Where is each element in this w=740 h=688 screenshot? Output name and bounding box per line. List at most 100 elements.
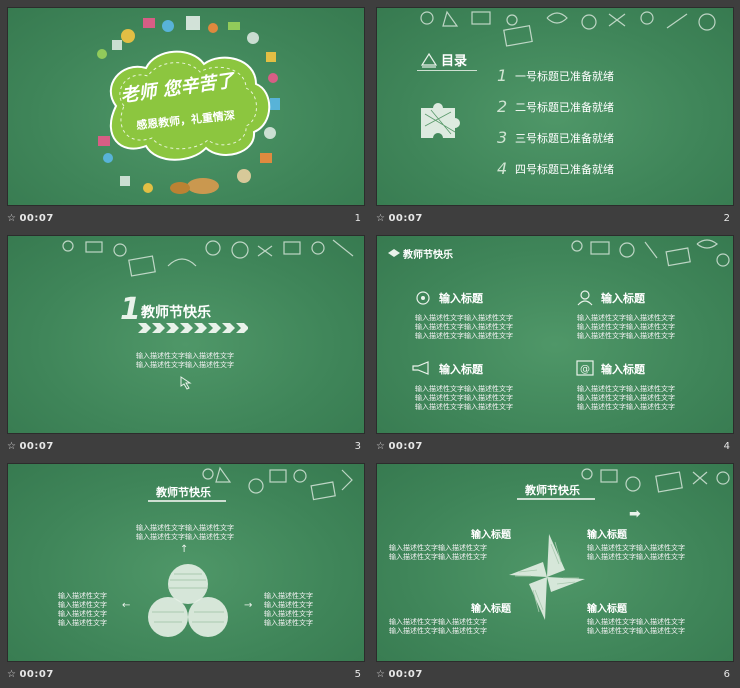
slide-4-block-4-title: 输入标题 — [601, 363, 645, 376]
slide-4-meta: ☆ 00:07 4 — [376, 441, 734, 457]
slide-4-block-3-line-3: 输入描述性文字输入描述性文字 — [415, 403, 513, 411]
slide-5-number: 5 — [354, 669, 361, 680]
slide-6-quad-4-line-2: 输入描述性文字输入描述性文字 — [587, 627, 685, 635]
slide-4-block-3-line-2: 输入描述性文字输入描述性文字 — [415, 394, 513, 402]
puzzle-piece-icon — [421, 103, 461, 138]
slide-3-meta: ☆ 00:07 3 — [7, 441, 365, 457]
toc-title: 目录 — [441, 54, 468, 69]
at-sign-icon: @ — [576, 360, 594, 376]
slide-6-quad-2-line-2: 输入描述性文字输入描述性文字 — [587, 553, 685, 561]
slide-4-block-1-title: 输入标题 — [439, 292, 483, 305]
slide-thumbnail-5[interactable]: 教师节快乐 输入描述性文字输入描述性文字 输入描述性文字输入描述性文字 ↑ ← … — [7, 463, 365, 688]
slide-6-quad-3-line-2: 输入描述性文字输入描述性文字 — [389, 627, 487, 635]
slide-1-canvas[interactable]: 老师 您辛苦了 感恩教师，礼重情深 — [7, 7, 365, 206]
slide-6-time: 00:07 — [388, 669, 423, 680]
slide-5-left-line-1: 输入描述性文字 — [58, 592, 107, 600]
slide-thumbnail-1[interactable]: 老师 您辛苦了 感恩教师，礼重情深 ☆ 00:07 1 — [7, 7, 365, 232]
transition-star-icon: ☆ — [7, 213, 17, 224]
slide-5-top-line-2: 输入描述性文字输入描述性文字 — [136, 533, 234, 541]
slide-4-block-1-line-3: 输入描述性文字输入描述性文字 — [415, 332, 513, 340]
slide-6-quad-4-title: 输入标题 — [587, 604, 627, 615]
slide-6-quad-1-title: 输入标题 — [471, 530, 511, 541]
slide-6-quad-3-line-1: 输入描述性文字输入描述性文字 — [389, 618, 487, 626]
slide-5-title: 教师节快乐 — [156, 486, 211, 499]
megaphone-icon — [412, 361, 429, 375]
transition-star-icon: ☆ — [376, 669, 386, 680]
slide-4-block-3-title: 输入标题 — [439, 363, 483, 376]
slide-4-block-4-line-2: 输入描述性文字输入描述性文字 — [577, 394, 675, 402]
toc-item-3-number: 3 — [497, 128, 508, 147]
hat-icon — [388, 249, 400, 257]
toc-item-4-label[interactable]: 四号标题已准备就绪 — [515, 161, 614, 177]
chalk-doodles-border — [571, 239, 730, 267]
slide-5-title-underline — [148, 500, 226, 502]
arrow-right-icon: → — [244, 600, 253, 611]
gear-icon — [416, 291, 430, 305]
toc-underline — [417, 70, 477, 71]
transition-star-icon: ☆ — [7, 441, 17, 452]
slide-4-number: 4 — [723, 441, 730, 452]
svg-text:@: @ — [580, 364, 590, 375]
arrow-up-icon: ↑ — [180, 544, 189, 555]
slide-3-time: 00:07 — [19, 441, 54, 452]
slide-6-quad-4-line-1: 输入描述性文字输入描述性文字 — [587, 618, 685, 626]
slide-3-canvas[interactable]: 1 教师节快乐 输入描述性文字输入描述性文字 输入描述性文字输入描述性文字 — [7, 235, 365, 434]
slide-6-quad-1-line-1: 输入描述性文字输入描述性文字 — [389, 544, 487, 552]
transition-star-icon: ☆ — [376, 213, 386, 224]
slide-2-time: 00:07 — [388, 213, 423, 224]
slide-4-block-3-line-1: 输入描述性文字输入描述性文字 — [415, 385, 513, 393]
slide-4-block-2-title: 输入标题 — [601, 292, 645, 305]
slide-5-right-line-3: 输入描述性文字 — [264, 610, 313, 618]
slide-2-canvas[interactable]: 目录 1 一号标题已准备就绪 2 二号标题已准备就绪 3 三号标题已准备就绪 4… — [376, 7, 734, 206]
slide-4-canvas[interactable]: 教师节快乐 输入标题 输入描述性文字输入描述性文字 输入描述性文字输入描述性文字… — [376, 235, 734, 434]
slide-2-meta: ☆ 00:07 2 — [376, 213, 734, 229]
slide-5-canvas[interactable]: 教师节快乐 输入描述性文字输入描述性文字 输入描述性文字输入描述性文字 ↑ ← … — [7, 463, 365, 662]
slide-3-big-number: 1 — [120, 292, 141, 327]
slide-4-time: 00:07 — [388, 441, 423, 452]
slide-4-block-2-line-3: 输入描述性文字输入描述性文字 — [577, 332, 675, 340]
slide-thumbnail-2[interactable]: 目录 1 一号标题已准备就绪 2 二号标题已准备就绪 3 三号标题已准备就绪 4… — [376, 7, 734, 232]
slide-4-block-4-line-3: 输入描述性文字输入描述性文字 — [577, 403, 675, 411]
slide-thumbnail-6[interactable]: 教师节快乐 ➡ 输入标题 输入描述性文字输入描述性文字 输入描述性文字输入描述性… — [376, 463, 734, 688]
slide-6-number: 6 — [723, 669, 730, 680]
transition-star-icon: ☆ — [7, 669, 17, 680]
slide-6-quad-2-line-1: 输入描述性文字输入描述性文字 — [587, 544, 685, 552]
slide-5-right-line-1: 输入描述性文字 — [264, 592, 313, 600]
toc-item-1-number: 1 — [497, 66, 508, 85]
slide-4-header: 教师节快乐 — [403, 250, 453, 261]
slide-3-title: 教师节快乐 — [141, 305, 211, 321]
slide-2-number: 2 — [723, 213, 730, 224]
slide-3-desc-line-2: 输入描述性文字输入描述性文字 — [136, 361, 234, 369]
slide-1-number: 1 — [354, 213, 361, 224]
toc-item-2-label[interactable]: 二号标题已准备就绪 — [515, 99, 614, 115]
mouse-cursor-icon — [180, 376, 192, 390]
slide-1-time: 00:07 — [19, 213, 54, 224]
slide-5-left-line-3: 输入描述性文字 — [58, 610, 107, 618]
slide-5-top-line-1: 输入描述性文字输入描述性文字 — [136, 524, 234, 532]
chevron-stripe-decoration — [138, 323, 248, 333]
toc-item-3-label[interactable]: 三号标题已准备就绪 — [515, 130, 614, 146]
slide-6-quad-3-title: 输入标题 — [471, 604, 511, 615]
slide-1-meta: ☆ 00:07 1 — [7, 213, 365, 229]
slide-5-left-line-4: 输入描述性文字 — [58, 619, 107, 627]
slide-5-time: 00:07 — [19, 669, 54, 680]
toc-item-1-label[interactable]: 一号标题已准备就绪 — [515, 68, 614, 84]
transition-star-icon: ☆ — [376, 441, 386, 452]
slide-4-block-1-line-2: 输入描述性文字输入描述性文字 — [415, 323, 513, 331]
slide-6-quad-1-line-2: 输入描述性文字输入描述性文字 — [389, 553, 487, 561]
pinwheel-diagram — [509, 534, 585, 620]
slide-4-block-2-line-2: 输入描述性文字输入描述性文字 — [577, 323, 675, 331]
slide-4-block-2-line-1: 输入描述性文字输入描述性文字 — [577, 314, 675, 322]
slide-3-desc-line-1: 输入描述性文字输入描述性文字 — [136, 352, 234, 360]
arrow-right-icon: ➡ — [629, 506, 641, 522]
chalk-doodles-border — [62, 239, 354, 277]
slide-6-quad-2-title: 输入标题 — [587, 530, 627, 541]
slide-6-title: 教师节快乐 — [525, 484, 580, 497]
slide-thumbnail-3[interactable]: 1 教师节快乐 输入描述性文字输入描述性文字 输入描述性文字输入描述性文字 ☆ 0… — [7, 235, 365, 460]
slide-thumbnail-4[interactable]: 教师节快乐 输入标题 输入描述性文字输入描述性文字 输入描述性文字输入描述性文字… — [376, 235, 734, 460]
toc-item-4-number: 4 — [497, 159, 508, 178]
three-circles-diagram — [148, 564, 228, 637]
slide-5-left-line-2: 输入描述性文字 — [58, 601, 107, 609]
slide-6-canvas[interactable]: 教师节快乐 ➡ 输入标题 输入描述性文字输入描述性文字 输入描述性文字输入描述性… — [376, 463, 734, 662]
person-icon — [577, 290, 593, 306]
